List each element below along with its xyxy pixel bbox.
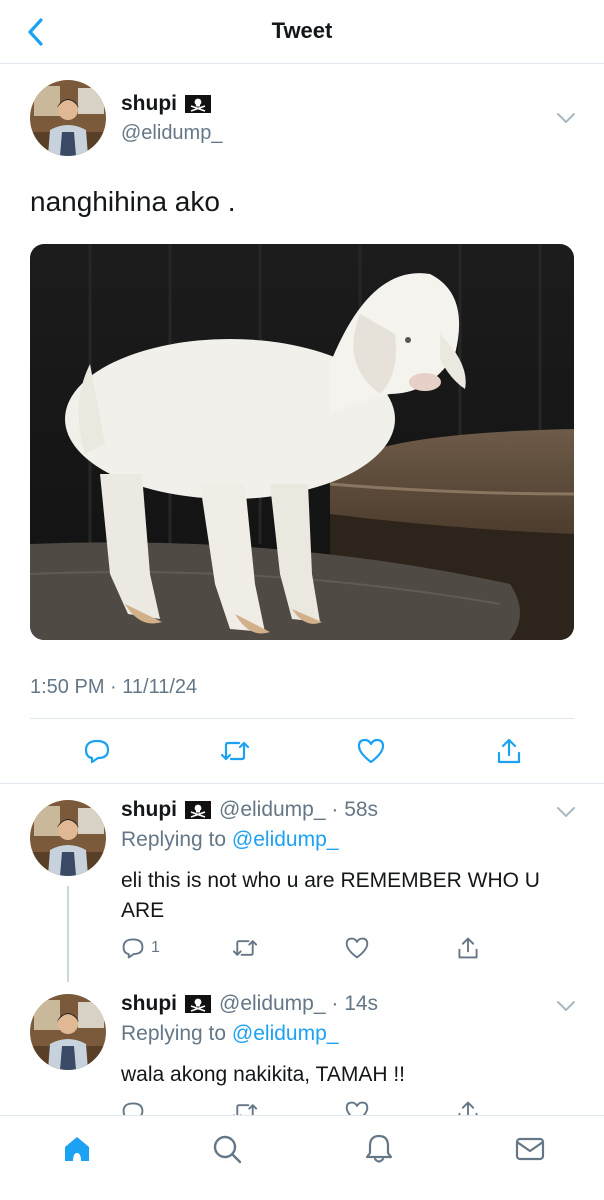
reply-icon xyxy=(122,1102,144,1115)
share-button[interactable] xyxy=(456,934,480,962)
avatar[interactable] xyxy=(30,800,106,876)
mention-link[interactable]: @elidump_ xyxy=(232,1022,339,1045)
pirate-flag-icon xyxy=(185,995,211,1013)
replying-prefix: Replying to xyxy=(121,828,227,851)
retweet-button[interactable] xyxy=(231,1098,259,1115)
search-icon xyxy=(213,1135,242,1164)
tweet-text: nanghihina ako . xyxy=(30,186,236,217)
reply-icon xyxy=(84,739,110,764)
like-icon xyxy=(345,1101,369,1115)
retweet-icon xyxy=(220,741,250,761)
tab-bar xyxy=(0,1115,604,1200)
share-icon xyxy=(458,937,478,959)
pirate-flag-icon xyxy=(185,801,211,819)
home-icon xyxy=(65,1137,89,1161)
divider xyxy=(30,718,574,719)
author-name-text: shupi xyxy=(121,92,177,115)
reply-button[interactable]: 1 xyxy=(121,934,160,962)
reply-text: eli this is not who u are REMEMBER WHO U… xyxy=(121,869,540,922)
messages-icon xyxy=(515,1137,545,1161)
like-icon xyxy=(345,937,369,959)
tweet-timestamp: 1:50 PM · 11/11/24 xyxy=(30,676,198,698)
like-button[interactable] xyxy=(344,934,370,962)
chevron-down-icon[interactable] xyxy=(554,800,578,824)
tweet-photo[interactable] xyxy=(30,244,574,640)
avatar[interactable] xyxy=(30,80,106,156)
retweet-icon xyxy=(233,1104,258,1115)
handle-time: @elidump_ · 14s xyxy=(219,992,379,1015)
share-icon xyxy=(458,1101,478,1115)
retweet-button[interactable] xyxy=(219,735,251,767)
top-bar: Tweet xyxy=(0,0,604,64)
reply-tweet[interactable]: shupi @elidump_ · 58s Replying to @elidu… xyxy=(0,784,604,982)
thread-line xyxy=(67,886,69,982)
author-name[interactable]: shupi xyxy=(121,798,177,822)
chevron-down-icon[interactable] xyxy=(554,106,578,130)
reply-tweet[interactable]: shupi @elidump_ · 14s Replying to @elidu… xyxy=(0,978,604,1115)
tab-notifications[interactable] xyxy=(362,1132,396,1166)
notifications-icon xyxy=(365,1134,393,1163)
avatar[interactable] xyxy=(30,994,106,1070)
reply-text: wala akong nakikita, TAMAH !! xyxy=(121,1063,406,1086)
share-button[interactable] xyxy=(493,735,525,767)
author-name[interactable]: shupi xyxy=(121,92,211,116)
reply-icon xyxy=(122,938,144,959)
pirate-flag-icon xyxy=(185,95,211,113)
like-button[interactable] xyxy=(355,735,387,767)
like-button[interactable] xyxy=(344,1098,370,1115)
replying-prefix: Replying to xyxy=(121,1022,227,1045)
reply-header: shupi @elidump_ · 14s xyxy=(121,992,378,1016)
retweet-button[interactable] xyxy=(231,934,259,962)
share-icon xyxy=(497,738,521,764)
reply-header: shupi @elidump_ · 58s xyxy=(121,798,378,822)
reply-button[interactable] xyxy=(121,1098,145,1115)
share-button[interactable] xyxy=(456,1098,480,1115)
chevron-down-icon[interactable] xyxy=(554,994,578,1018)
handle-time: @elidump_ · 58s xyxy=(219,798,379,821)
author-name[interactable]: shupi xyxy=(121,992,177,1016)
page-title: Tweet xyxy=(271,18,333,43)
reply-count: 1 xyxy=(151,939,160,956)
author-handle[interactable]: @elidump_ xyxy=(121,122,222,145)
tab-home[interactable] xyxy=(60,1132,94,1166)
mention-link[interactable]: @elidump_ xyxy=(232,828,339,851)
replying-to: Replying to @elidump_ xyxy=(121,1022,338,1046)
like-icon xyxy=(357,738,385,764)
retweet-icon xyxy=(232,940,258,956)
replying-to: Replying to @elidump_ xyxy=(121,828,338,852)
tab-messages[interactable] xyxy=(513,1132,547,1166)
reply-button[interactable] xyxy=(81,735,113,767)
tab-search[interactable] xyxy=(210,1132,244,1166)
